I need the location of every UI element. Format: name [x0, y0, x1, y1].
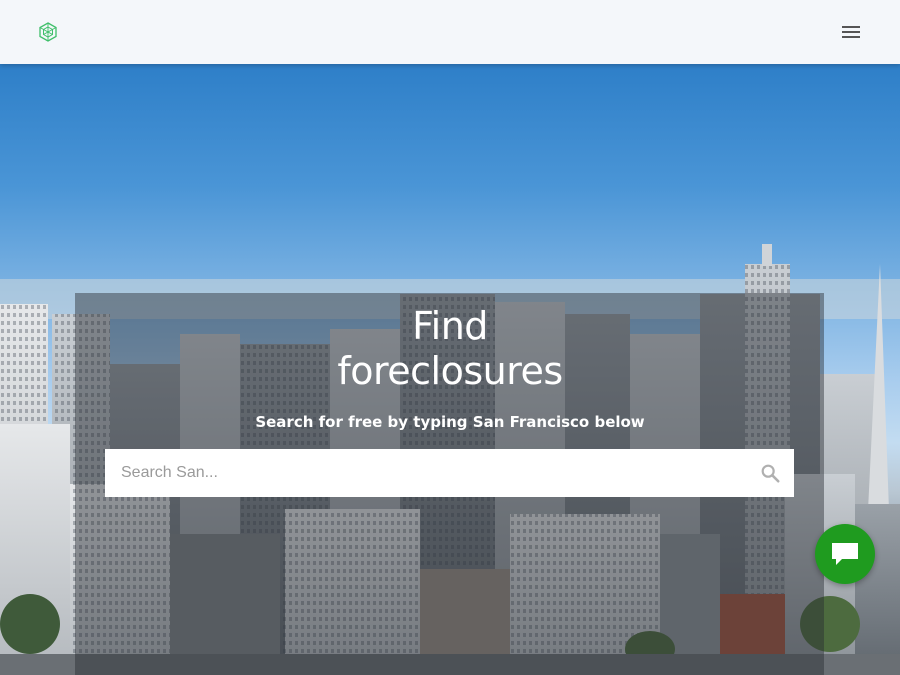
hamburger-menu-icon[interactable]: [838, 20, 864, 44]
chat-bubble-icon: [832, 543, 858, 565]
hero-title: Find foreclosures: [0, 304, 900, 394]
hero-subtitle: Search for free by typing San Francisco …: [255, 413, 645, 431]
search-bar: [105, 449, 794, 497]
chat-button[interactable]: [815, 524, 875, 584]
hero-title-line1: Find: [412, 304, 488, 348]
hexagon-logo-icon[interactable]: [38, 22, 58, 42]
search-input[interactable]: [105, 449, 745, 497]
hero-title-line2: foreclosures: [337, 349, 563, 393]
top-navbar: [0, 0, 900, 64]
search-icon[interactable]: [759, 462, 781, 484]
